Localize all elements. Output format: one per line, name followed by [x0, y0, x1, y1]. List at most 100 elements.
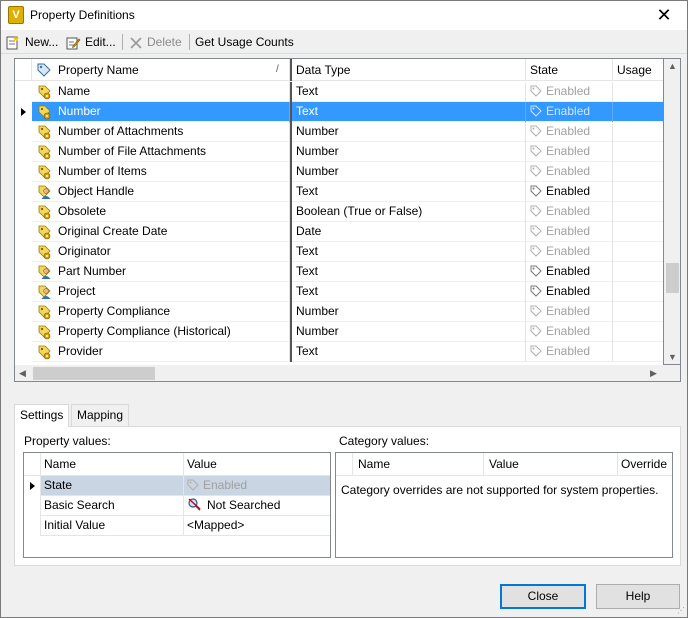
cell-usage[interactable] — [613, 142, 663, 162]
table-row[interactable]: Number Text Enabled — [15, 102, 663, 122]
cell-property-name[interactable]: Provider — [32, 342, 290, 362]
property-value-name[interactable]: Basic Search — [41, 496, 184, 516]
cell-usage[interactable] — [613, 302, 663, 322]
cell-data-type[interactable]: Text — [290, 242, 526, 262]
cell-state[interactable]: Enabled — [526, 142, 613, 162]
vertical-scrollbar[interactable]: ▲ ▼ — [664, 58, 681, 365]
table-row[interactable]: Property Compliance Number Enabled — [15, 302, 663, 322]
cell-property-name[interactable]: Originator — [32, 242, 290, 262]
row-header[interactable] — [15, 302, 32, 322]
scroll-right-icon[interactable]: ▶ — [650, 368, 657, 379]
new-button[interactable]: New... — [5, 33, 58, 51]
column-header-data-type[interactable]: Data Type — [290, 59, 526, 81]
cell-data-type[interactable]: Boolean (True or False) — [290, 202, 526, 222]
cell-state[interactable]: Enabled — [526, 342, 613, 362]
horizontal-scroll-thumb[interactable] — [33, 367, 155, 380]
cell-state[interactable]: Enabled — [526, 82, 613, 102]
cell-usage[interactable] — [613, 322, 663, 342]
cell-data-type[interactable]: Number — [290, 162, 526, 182]
table-row[interactable]: Property Compliance (Historical) Number En… — [15, 322, 663, 342]
row-header[interactable] — [15, 182, 32, 202]
cell-property-name[interactable]: Part Number — [32, 262, 290, 282]
property-value-value[interactable]: Not Searched — [184, 496, 330, 516]
table-row[interactable]: Object Handle Text Enabled — [15, 182, 663, 202]
table-row[interactable]: Originator Text Enabled — [15, 242, 663, 262]
cell-state[interactable]: Enabled — [526, 242, 613, 262]
table-row[interactable]: Part Number Text Enabled — [15, 262, 663, 282]
cell-state[interactable]: Enabled — [526, 202, 613, 222]
cell-usage[interactable] — [613, 222, 663, 242]
cell-property-name[interactable]: Project — [32, 282, 290, 302]
edit-button[interactable]: Edit... — [65, 33, 116, 51]
table-row[interactable]: Project Text Enabled — [15, 282, 663, 302]
column-header-override[interactable]: Override — [618, 453, 672, 476]
row-header[interactable] — [24, 476, 41, 496]
row-header[interactable] — [15, 222, 32, 242]
cell-state[interactable]: Enabled — [526, 282, 613, 302]
cell-property-name[interactable]: Number of File Attachments — [32, 142, 290, 162]
cell-property-name[interactable]: Property Compliance — [32, 302, 290, 322]
cell-usage[interactable] — [613, 202, 663, 222]
property-grid[interactable]: Property Name / Data Type State Usage Na… — [14, 58, 664, 382]
horizontal-scrollbar[interactable]: ◀ ▶ — [14, 365, 681, 382]
property-value-name[interactable]: Initial Value — [41, 516, 184, 536]
property-value-name[interactable]: State — [41, 476, 184, 496]
property-value-value[interactable]: <Mapped> — [184, 516, 330, 536]
property-value-row[interactable]: Initial Value <Mapped> — [24, 516, 330, 536]
row-header[interactable] — [15, 142, 32, 162]
row-header[interactable] — [15, 162, 32, 182]
scroll-down-icon[interactable]: ▼ — [668, 352, 677, 362]
cell-state[interactable]: Enabled — [526, 182, 613, 202]
table-row[interactable]: Name Text Enabled — [15, 82, 663, 102]
row-header[interactable] — [15, 122, 32, 142]
resize-grip-icon[interactable]: ⋰ — [677, 606, 685, 615]
cell-state[interactable]: Enabled — [526, 122, 613, 142]
cell-usage[interactable] — [613, 242, 663, 262]
cell-data-type[interactable]: Text — [290, 262, 526, 282]
cell-data-type[interactable]: Number — [290, 142, 526, 162]
row-header[interactable] — [15, 262, 32, 282]
delete-button[interactable]: Delete — [129, 33, 182, 51]
cell-state[interactable]: Enabled — [526, 102, 613, 122]
cell-property-name[interactable]: Property Compliance (Historical) — [32, 322, 290, 342]
cell-property-name[interactable]: Name — [32, 82, 290, 102]
cell-usage[interactable] — [613, 262, 663, 282]
cell-property-name[interactable]: Obsolete — [32, 202, 290, 222]
table-row[interactable]: Number of Attachments Number Enabled — [15, 122, 663, 142]
row-header[interactable] — [15, 342, 32, 362]
cell-property-name[interactable]: Original Create Date — [32, 222, 290, 242]
column-header-name[interactable]: Name — [41, 453, 184, 476]
table-row[interactable]: Provider Text Enabled — [15, 342, 663, 362]
cell-data-type[interactable]: Text — [290, 82, 526, 102]
table-row[interactable]: Number of File Attachments Number Enabled — [15, 142, 663, 162]
row-header[interactable] — [15, 202, 32, 222]
row-header[interactable] — [15, 242, 32, 262]
cell-property-name[interactable]: Number of Items — [32, 162, 290, 182]
cell-data-type[interactable]: Text — [290, 342, 526, 362]
cell-usage[interactable] — [613, 122, 663, 142]
cell-state[interactable]: Enabled — [526, 162, 613, 182]
cell-state[interactable]: Enabled — [526, 262, 613, 282]
cell-usage[interactable] — [613, 282, 663, 302]
property-value-value[interactable]: Enabled — [184, 476, 330, 496]
close-window-icon[interactable]: ✕ — [641, 1, 687, 30]
cell-usage[interactable] — [613, 102, 663, 122]
table-row[interactable]: Original Create Date Date Enabled — [15, 222, 663, 242]
cell-data-type[interactable]: Date — [290, 222, 526, 242]
scroll-left-icon[interactable]: ◀ — [19, 368, 26, 379]
column-header-name[interactable]: Name — [353, 453, 484, 476]
row-header[interactable] — [15, 322, 32, 342]
cell-data-type[interactable]: Text — [290, 282, 526, 302]
table-row[interactable]: Obsolete Boolean (True or False) Enabled — [15, 202, 663, 222]
cell-data-type[interactable]: Number — [290, 122, 526, 142]
cell-data-type[interactable]: Text — [290, 182, 526, 202]
property-value-row[interactable]: Basic Search Not Searched — [24, 496, 330, 516]
cell-usage[interactable] — [613, 82, 663, 102]
column-header-property-name[interactable]: Property Name / — [32, 59, 290, 81]
tab-settings[interactable]: Settings — [14, 404, 70, 427]
cell-data-type[interactable]: Text — [290, 102, 526, 122]
column-header-value[interactable]: Value — [184, 453, 330, 476]
row-header[interactable] — [15, 102, 32, 122]
vertical-scroll-thumb[interactable] — [666, 263, 679, 293]
scroll-up-icon[interactable]: ▲ — [668, 61, 677, 71]
